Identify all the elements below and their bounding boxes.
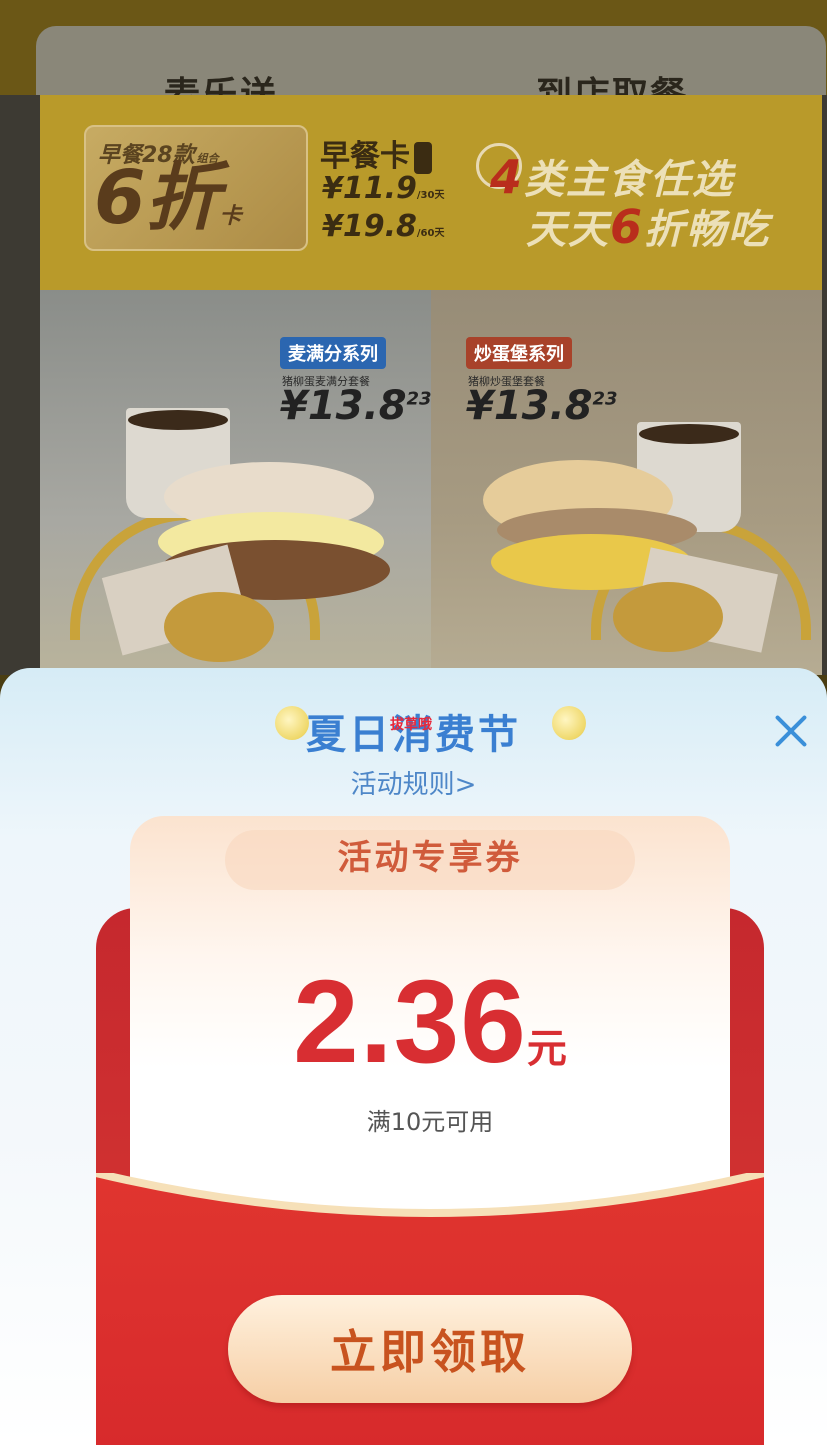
slogan-line-2: 天天6折畅吃	[526, 200, 771, 254]
watermark-text: 拔草哦	[390, 717, 432, 733]
coin-icon	[552, 706, 586, 740]
page-background-left	[0, 95, 40, 675]
close-icon[interactable]	[768, 708, 814, 754]
series-tag-right: 炒蛋堡系列	[466, 337, 572, 369]
coupon-title: 活动专享券	[337, 838, 523, 878]
card-price-30: ¥11.9/30天	[322, 171, 445, 206]
activity-rules-link[interactable]: 活动规则>	[0, 764, 827, 801]
page-background-right	[822, 95, 827, 675]
discount-badge: 早餐28款 组合 6折卡	[84, 125, 308, 251]
promo-popup-sheet: 夏日消费节 拔草哦 活动规则> 活动专享券 2.36元 满10元可用 立即领取	[0, 668, 827, 1445]
coupon-amount-value: 2.36	[293, 956, 527, 1088]
coupon-amount: 2.36元	[130, 954, 730, 1090]
badge-discount-text: 6折卡	[94, 155, 242, 241]
coupon-condition: 满10元可用	[366, 1108, 494, 1136]
product-price-left: ¥13.823	[280, 383, 432, 429]
card-price-60: ¥19.8/60天	[322, 209, 445, 244]
hashbrown-image	[613, 582, 723, 652]
claim-button[interactable]: 立即领取	[228, 1295, 632, 1403]
card-name: 早餐卡	[320, 131, 432, 175]
breakfast-card-banner[interactable]: 早餐28款 组合 6折卡 早餐卡 ¥11.9/30天 ¥19.8/60天 4类主食…	[40, 95, 822, 675]
series-tag-left: 麦满分系列	[280, 337, 386, 369]
product-price-right: ¥13.823	[466, 383, 618, 429]
hashbrown-image	[164, 592, 274, 662]
coupon-amount-unit: 元	[526, 1027, 567, 1071]
card-tag-icon	[414, 141, 432, 174]
